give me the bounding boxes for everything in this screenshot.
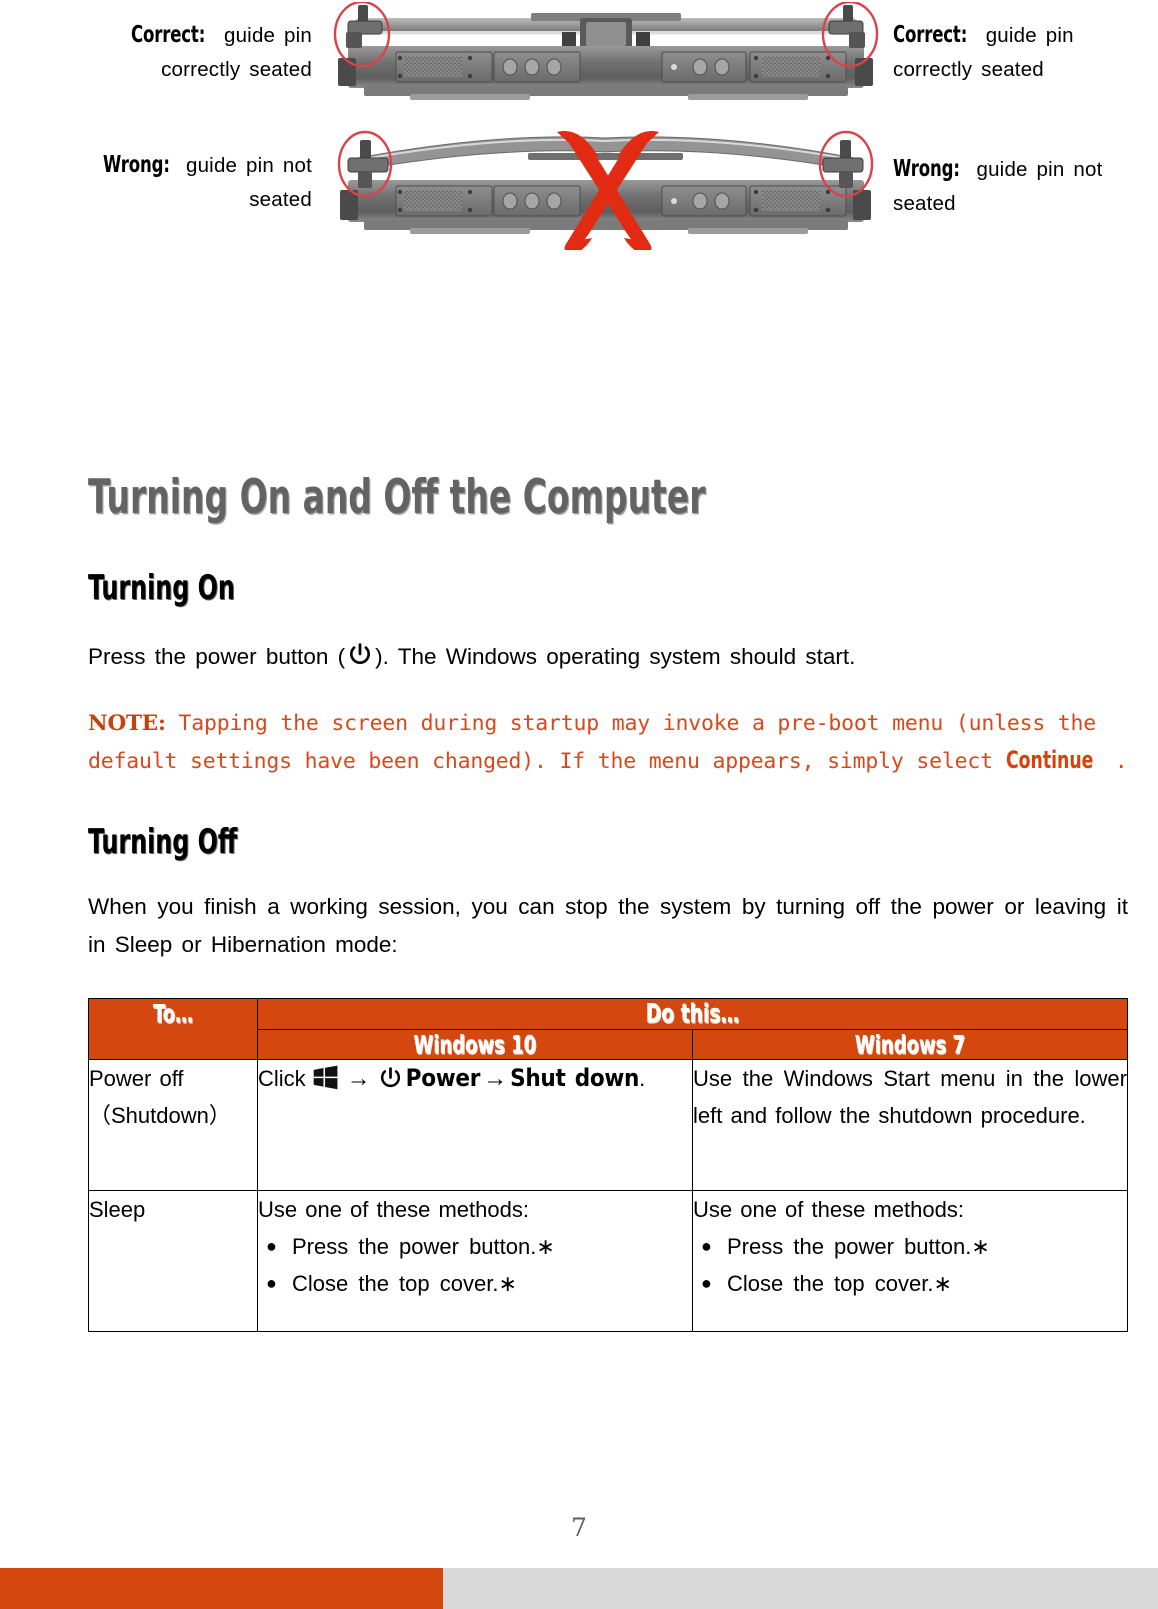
list-item: ● Press the power button.∗ <box>693 1228 1127 1265</box>
footer-bar-gray <box>443 1568 1158 1609</box>
power-menu-label: Power <box>405 1064 481 1092</box>
note-text-before: Tapping the screen during startup may in… <box>88 711 1097 774</box>
cell-win10-power-off: Click → Power → Shut down. <box>257 1059 693 1191</box>
section-heading-turning-on: Turning On <box>88 568 235 608</box>
footer-bar-orange <box>0 1568 443 1609</box>
table-header-row-1: To… Do this… <box>88 998 1128 1060</box>
callout-correct-left: Correct: guide pin correctly seated <box>100 18 312 87</box>
turning-on-text-after: ). The Windows operating system should s… <box>375 644 856 669</box>
list-item-text: Press the power button.∗ <box>727 1234 990 1259</box>
list-item: ● Close the top cover.∗ <box>693 1265 1127 1302</box>
arrow-icon-1: → <box>346 1065 371 1092</box>
document-content: Turning On and Off the Computer Turning … <box>88 470 1128 1332</box>
turning-on-text-before: Press the power button ( <box>88 644 346 669</box>
power-icon <box>347 642 373 668</box>
arrow-icon-2: → <box>483 1065 508 1092</box>
table-header-windows-10: Windows 10 <box>257 1029 693 1060</box>
callout-lead-correct-right: Correct: <box>893 22 968 48</box>
section-heading-turning-off: Turning Off <box>88 822 238 862</box>
click-label: Click <box>258 1066 306 1091</box>
continue-keyword: Continue <box>1005 746 1093 774</box>
cell-win10-sleep: Use one of these methods: ● Press the pow… <box>257 1190 693 1332</box>
list-item-text: Press the power button.∗ <box>292 1234 555 1259</box>
callout-lead-correct-left: Correct: <box>131 22 206 48</box>
power-off-line2: （Shutdown） <box>89 1103 231 1128</box>
power-actions-table: To… Do this… Windows 10 Windows 7 Power … <box>88 998 1128 1332</box>
list-item-text: Close the top cover.∗ <box>292 1271 517 1296</box>
rugged-laptop-rear-correct-illustration <box>333 2 879 100</box>
note-label: NOTE: <box>88 711 166 736</box>
windows-logo-icon <box>312 1064 339 1090</box>
cell-win7-sleep: Use one of these methods: ● Press the pow… <box>692 1190 1128 1332</box>
table-header-do-this: Do this… <box>257 998 1128 1030</box>
bullet-dot-icon: ● <box>266 1273 277 1293</box>
bullet-dot-icon: ● <box>266 1236 277 1256</box>
device-image-correct <box>318 2 893 110</box>
list-item: ● Close the top cover.∗ <box>258 1265 692 1302</box>
callout-lead-wrong-left: Wrong: <box>102 152 170 178</box>
table-row-power-off: Power off （Shutdown） Click → Power → Shut dow… <box>88 1059 1128 1191</box>
cell-to-power-off: Power off （Shutdown） <box>88 1059 258 1191</box>
table-row-sleep: Sleep Use one of these methods: ● Press t… <box>88 1190 1128 1332</box>
bullet-dot-icon: ● <box>701 1273 712 1293</box>
cell-to-sleep: Sleep <box>88 1190 258 1332</box>
table-header-to: To… <box>88 998 258 1060</box>
turning-on-paragraph: Press the power button ( ). The Windows o… <box>88 638 1128 676</box>
callout-wrong-left: Wrong: guide pin not seated <box>100 148 312 217</box>
list-item-text: Close the top cover.∗ <box>727 1271 952 1296</box>
win10-sleep-intro: Use one of these methods: <box>258 1197 529 1222</box>
note-text-after: . <box>1114 749 1128 774</box>
win7-sleep-intro: Use one of these methods: <box>693 1197 964 1222</box>
cell-win7-power-off: Use the Windows Start menu in the lower … <box>692 1059 1128 1191</box>
page-title: Turning On and Off the Computer <box>88 470 706 525</box>
footer-bar <box>0 1568 1158 1609</box>
guide-pin-figure: Correct: guide pin correctly seated Wrong… <box>0 0 1158 265</box>
shutdown-menu-label: Shut down <box>510 1064 640 1092</box>
device-image-wrong <box>318 118 893 250</box>
note-paragraph: NOTE: Tapping the screen during startup … <box>88 706 1128 780</box>
callout-wrong-right: Wrong: guide pin not seated <box>893 152 1123 221</box>
callout-lead-wrong-right: Wrong: <box>893 156 960 182</box>
callout-text-wrong-left: guide pin not seated <box>185 154 312 211</box>
trailing-period: . <box>639 1066 646 1091</box>
power-off-line1: Power off <box>89 1066 184 1091</box>
bullet-dot-icon: ● <box>701 1236 712 1256</box>
callout-correct-right: Correct: guide pin correctly seated <box>893 18 1123 87</box>
page-number: 7 <box>571 1513 587 1542</box>
list-item: ● Press the power button.∗ <box>258 1228 692 1265</box>
rugged-laptop-rear-wrong-illustration <box>337 130 874 250</box>
turning-off-paragraph: When you finish a working session, you c… <box>88 894 1128 957</box>
power-icon-cell <box>378 1065 403 1090</box>
table-header-windows-7: Windows 7 <box>692 1029 1128 1060</box>
